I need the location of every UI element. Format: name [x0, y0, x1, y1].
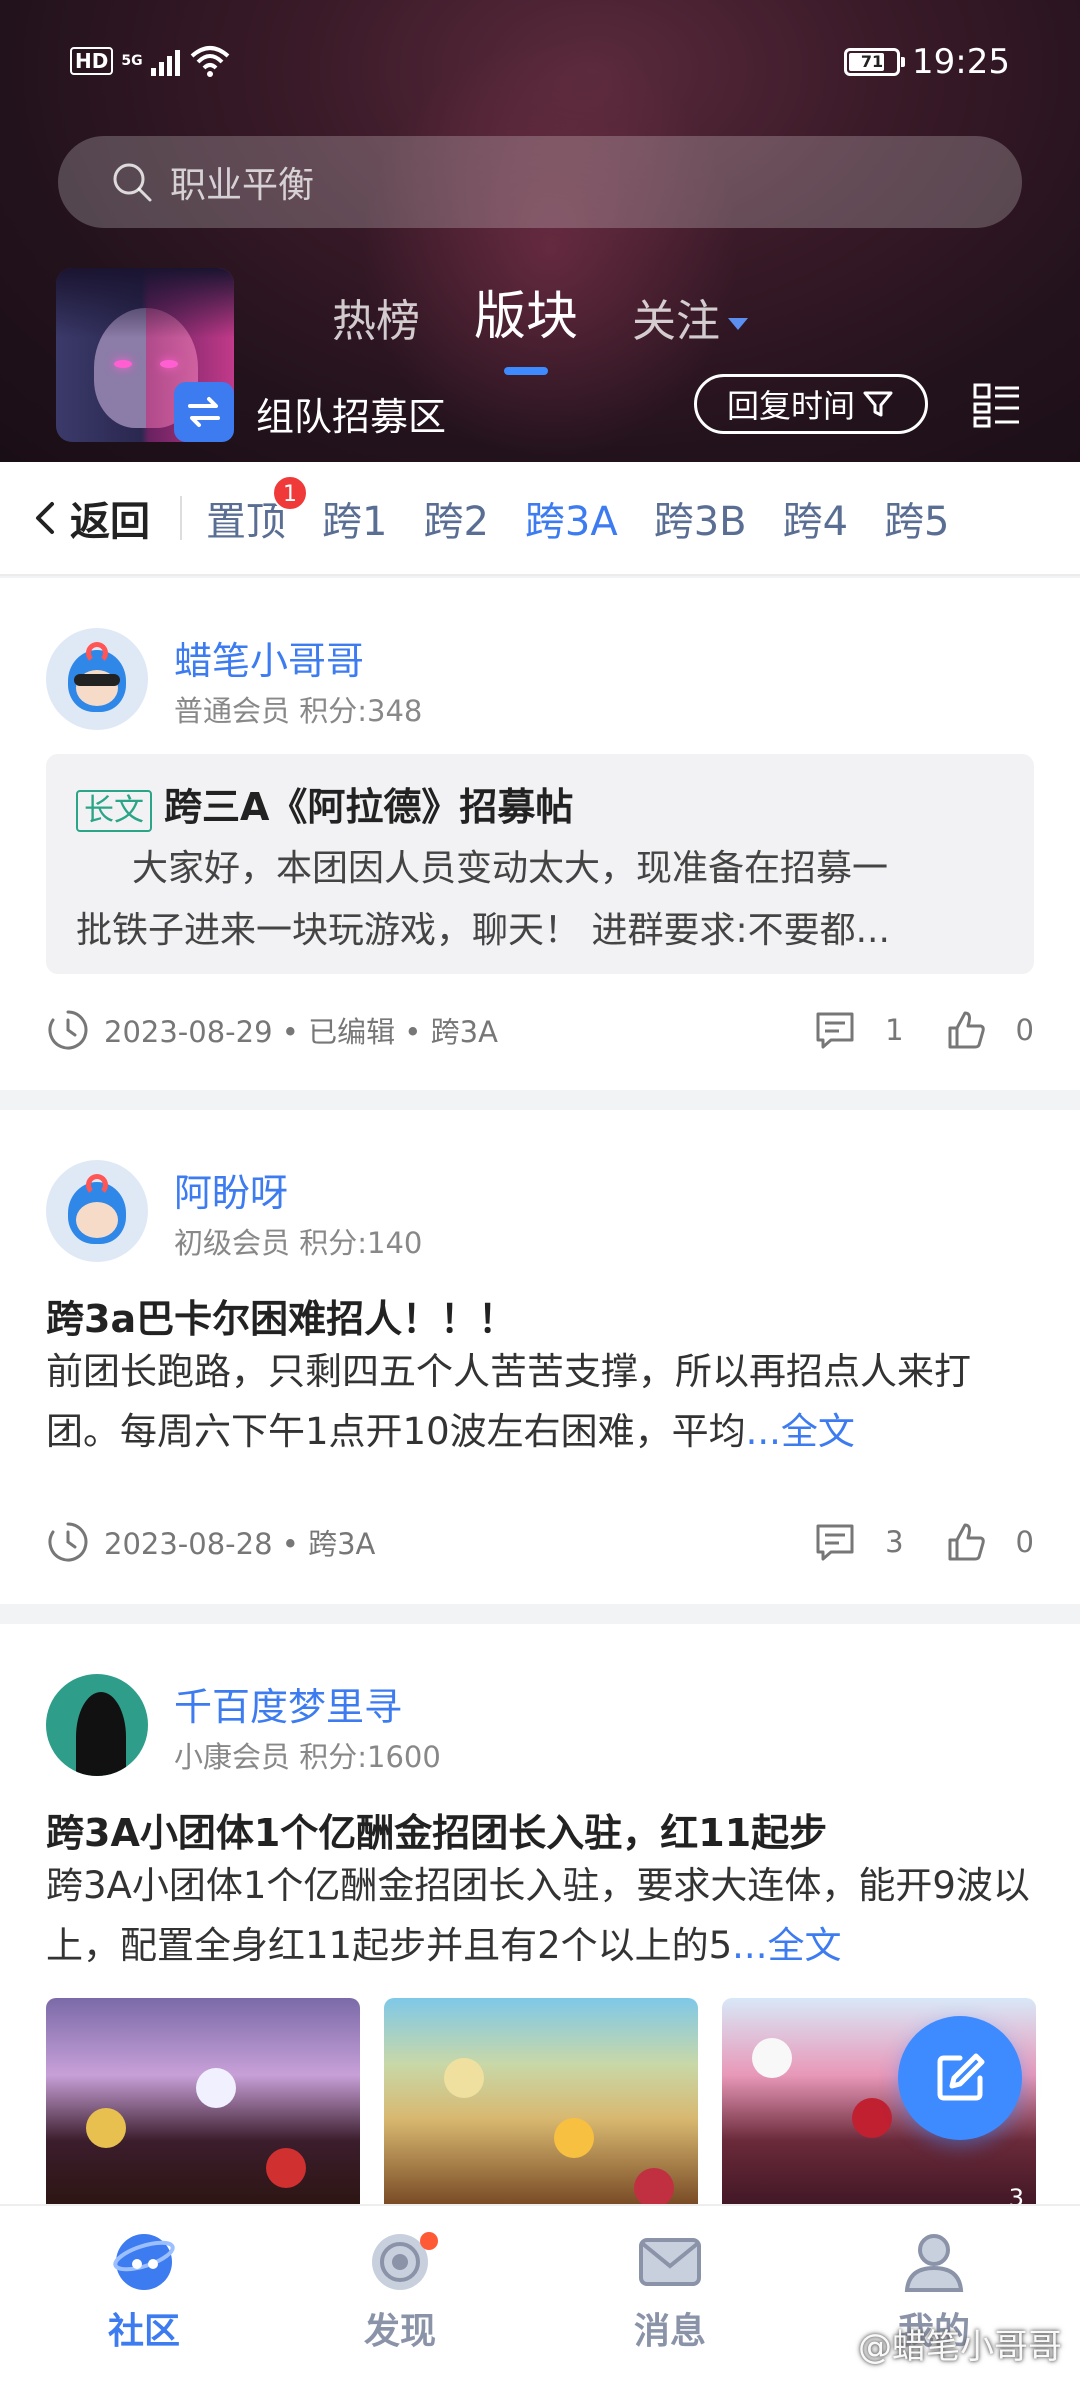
post-user-level: 初级会员 积分:140 [174, 1226, 423, 1260]
status-left: HD 5G [70, 44, 232, 78]
clock-icon [48, 1010, 88, 1050]
like-icon[interactable] [944, 1520, 988, 1564]
status-bar: HD 5G 71 19:25 [0, 38, 1080, 88]
post-card[interactable]: 蜡笔小哥哥 普通会员 积分:348 长文 跨三A《阿拉德》招募帖 大家好，本团因人… [0, 578, 1080, 1090]
back-label: 返回 [70, 499, 150, 545]
long-article-tag: 长文 [76, 790, 152, 832]
category-kua4[interactable]: 跨4 [783, 489, 848, 547]
filter-icon [863, 391, 893, 417]
post-meta-text: 2023-08-29 • 已编辑 • 跨3A [104, 1015, 498, 1049]
post-card[interactable]: 阿盼呀 初级会员 积分:140 跨3a巴卡尔困难招人！！！ 前团长跑路，只剩四五… [0, 1110, 1080, 1604]
clock-icon [48, 1522, 88, 1562]
search-icon [113, 163, 152, 202]
search-placeholder: 职业平衡 [170, 165, 315, 206]
avatar[interactable] [46, 628, 148, 730]
chevron-left-icon [36, 502, 54, 534]
post-title: 跨三A《阿拉德》招募帖 [164, 785, 574, 829]
post-excerpt: 跨3A小团体1个亿酬金招团长入驻，要求大连体，能开9波以上，配置全身红11起步并… [46, 1856, 1036, 1976]
long-post-preview[interactable]: 长文 跨三A《阿拉德》招募帖 大家好，本团因人员变动太大，现准备在招募一 批铁子进… [46, 754, 1034, 974]
category-pinned[interactable]: 置顶 1 [206, 475, 308, 547]
battery-icon: 71 [844, 48, 906, 76]
tab-hot[interactable]: 热榜 [332, 285, 420, 349]
community-icon [113, 2234, 175, 2290]
read-more-link[interactable]: ...全文 [746, 1410, 855, 1453]
post-image[interactable] [46, 1998, 360, 2218]
category-kua5[interactable]: 跨5 [884, 489, 949, 547]
post-title: 跨3A小团体1个亿酬金招团长入驻，红11起步 [46, 1811, 828, 1855]
read-more-link[interactable]: ...全文 [732, 1924, 841, 1967]
comment-count: 3 [885, 1525, 904, 1559]
back-button[interactable]: 返回 [30, 489, 150, 547]
category-kua1[interactable]: 跨1 [322, 489, 387, 547]
message-icon [639, 2238, 701, 2286]
comment-count: 1 [885, 1013, 904, 1047]
category-kua2[interactable]: 跨2 [423, 489, 488, 547]
nav-divider [180, 496, 182, 540]
like-count: 0 [1015, 1013, 1034, 1047]
nav-discover[interactable]: 发现 [320, 2226, 480, 2354]
nav-messages-label: 消息 [633, 2311, 706, 2352]
post-excerpt-text: 跨3A小团体1个亿酬金招团长入驻，要求大连体，能开9波以上，配置全身红11起步并… [46, 1864, 1030, 1967]
category-kua3a[interactable]: 跨3A [525, 489, 618, 547]
post-user-level: 普通会员 积分:348 [174, 694, 423, 728]
nav-messages[interactable]: 消息 [590, 2226, 750, 2354]
header-tabs: 热榜 版块 关注 [332, 274, 802, 375]
bottom-navigation: 社区 发现 消息 我的 @蜡笔小哥哥 [0, 2204, 1080, 2382]
post-title: 跨3a巴卡尔困难招人！！！ [46, 1297, 517, 1341]
sort-label: 回复时间 [726, 387, 855, 425]
post-username[interactable]: 蜡笔小哥哥 [174, 630, 364, 685]
comment-icon[interactable] [813, 1520, 857, 1564]
wifi-icon [190, 46, 229, 77]
caret-down-icon [728, 318, 749, 330]
profile-icon [904, 2234, 964, 2292]
status-time: 19:25 [912, 42, 1010, 82]
post-username[interactable]: 阿盼呀 [174, 1162, 288, 1217]
post-image-gallery: 3 [46, 1998, 1036, 2218]
compose-post-button[interactable] [898, 2016, 1022, 2140]
battery-level: 71 [860, 52, 884, 71]
nav-community-label: 社区 [107, 2311, 180, 2352]
comment-icon[interactable] [813, 1008, 857, 1052]
nav-community[interactable]: 社区 [64, 2226, 224, 2354]
category-nav: 返回 置顶 1 跨1 跨2 跨3A 跨3B 跨4 跨5 [0, 462, 1080, 576]
post-username[interactable]: 千百度梦里寻 [174, 1676, 402, 1731]
search-input[interactable]: 职业平衡 [58, 136, 1022, 228]
notification-dot [420, 2232, 438, 2250]
avatar[interactable] [46, 1160, 148, 1262]
tab-boards[interactable]: 版块 [474, 274, 578, 375]
network-type: 5G [121, 53, 143, 69]
tab-following[interactable]: 关注 [632, 285, 749, 349]
like-count: 0 [1015, 1525, 1034, 1559]
header-banner: HD 5G 71 19:25 职业平衡 组队招募区 热榜 版块 关注 回复时间 [0, 0, 1080, 462]
board-name: 组队招募区 [256, 395, 447, 439]
unread-badge: 1 [272, 475, 308, 511]
post-meta: 2023-08-28 • 跨3A 3 0 [46, 1520, 1034, 1564]
post-image[interactable] [384, 1998, 698, 2218]
post-user-level: 小康会员 积分:1600 [174, 1740, 441, 1774]
list-view-icon[interactable] [972, 380, 1022, 430]
post-excerpt-line1: 大家好，本团因人员变动太大，现准备在招募一 [132, 848, 889, 889]
post-excerpt-line2: 批铁子进来一块玩游戏，聊天！ 进群要求:不要都... [76, 910, 890, 951]
post-meta: 2023-08-29 • 已编辑 • 跨3A 1 0 [46, 1008, 1034, 1052]
signal-icon [150, 46, 180, 76]
category-kua3b[interactable]: 跨3B [654, 489, 747, 547]
post-excerpt: 前团长跑路，只剩四五个人苦苦支撑，所以再招点人来打团。每周六下午1点开10波左右… [46, 1342, 1036, 1462]
sort-filter-button[interactable]: 回复时间 [694, 374, 928, 434]
edit-icon [937, 2053, 985, 2101]
watermark-text: @蜡笔小哥哥 [858, 2327, 1062, 2367]
hd-indicator: HD [70, 47, 114, 75]
avatar[interactable] [46, 1674, 148, 1776]
tab-following-label: 关注 [632, 296, 721, 347]
status-right: 71 19:25 [844, 42, 1010, 82]
post-meta-text: 2023-08-28 • 跨3A [104, 1527, 376, 1561]
category-pinned-label: 置顶 [206, 499, 286, 545]
nav-discover-label: 发现 [363, 2311, 436, 2352]
swap-icon [188, 397, 220, 427]
like-icon[interactable] [944, 1008, 988, 1052]
switch-board-button[interactable] [174, 382, 234, 442]
